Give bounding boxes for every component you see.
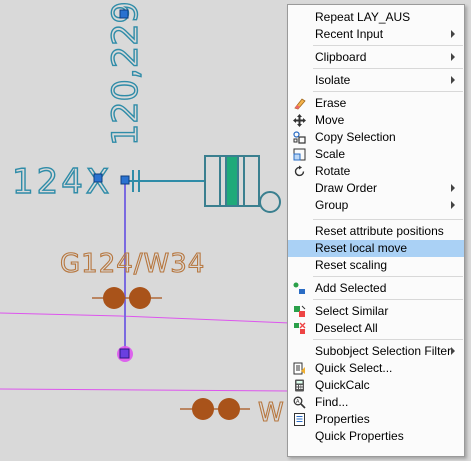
device-symbol (204, 155, 281, 213)
properties-icon (293, 413, 306, 426)
submenu-arrow-icon (451, 184, 455, 192)
rotate-icon (293, 165, 306, 178)
menu-item-quick-select[interactable]: Quick Select... (288, 360, 464, 377)
scale-icon (293, 148, 306, 161)
copy-icon (293, 131, 306, 144)
menu-separator (313, 45, 463, 46)
menu-item-label: Reset scaling (315, 258, 388, 272)
magenta-line-lower (0, 388, 291, 392)
menu-item-isolate[interactable]: Isolate (288, 72, 464, 89)
submenu-arrow-icon (451, 53, 455, 61)
submenu-arrow-icon (451, 347, 455, 355)
menu-item-label: Add Selected (315, 281, 387, 295)
menu-item-label: Reset local move (315, 241, 408, 255)
quick-select-icon (293, 362, 306, 375)
connector-pair-lower (180, 398, 250, 420)
menu-item-quick-properties[interactable]: Quick Properties (288, 428, 464, 445)
menu-item-label: Group (315, 198, 349, 212)
menu-item-label: Recent Input (315, 27, 384, 41)
magenta-line-upper (0, 312, 291, 324)
submenu-arrow-icon (451, 201, 455, 209)
submenu-arrow-icon (451, 76, 455, 84)
menu-separator (313, 219, 463, 220)
menu-item-scale[interactable]: Scale (288, 146, 464, 163)
menu-separator (313, 276, 463, 277)
menu-item-subobject-selection-filter[interactable]: Subobject Selection Filter (288, 343, 464, 360)
menu-item-reset-scaling[interactable]: Reset scaling (288, 257, 464, 274)
menu-separator (313, 91, 463, 92)
grip-top[interactable] (119, 9, 129, 19)
add-selected-icon (293, 282, 306, 295)
menu-item-select-similar[interactable]: Select Similar (288, 303, 464, 320)
select-similar-icon (293, 305, 306, 318)
menu-item-erase[interactable]: Erase (288, 95, 464, 112)
menu-item-repeat-lay-aus[interactable]: Repeat LAY_AUS (288, 9, 464, 26)
menu-item-label: Reset attribute positions (315, 224, 444, 238)
menu-separator (313, 299, 463, 300)
menu-item-label: Rotate (315, 164, 351, 178)
grip-left[interactable] (93, 173, 103, 183)
menu-item-rotate[interactable]: Rotate (288, 163, 464, 180)
menu-item-label: Deselect All (315, 321, 378, 335)
menu-item-label: Copy Selection (315, 130, 396, 144)
menu-item-reset-local-move[interactable]: Reset local move (288, 240, 464, 257)
menu-item-reset-attribute-positions[interactable]: Reset attribute positions (288, 223, 464, 240)
menu-item-properties[interactable]: Properties (288, 411, 464, 428)
menu-item-label: Quick Properties (315, 429, 404, 443)
menu-item-label: Clipboard (315, 50, 367, 64)
menu-item-label: QuickCalc (315, 378, 370, 392)
menu-item-label: Isolate (315, 73, 351, 87)
menu-item-label: Find... (315, 395, 349, 409)
menu-item-move[interactable]: Move (288, 112, 464, 129)
cable-label-g124: G124/W34 (60, 249, 205, 279)
menu-item-label: Scale (315, 147, 346, 161)
calculator-icon (293, 379, 306, 392)
menu-item-add-selected[interactable]: Add Selected (288, 280, 464, 297)
find-icon: A (293, 396, 306, 409)
menu-item-label: Quick Select... (315, 361, 393, 375)
svg-text:A: A (296, 399, 300, 405)
menu-item-label: Repeat LAY_AUS (315, 10, 411, 24)
eraser-icon (293, 97, 306, 110)
deselect-all-icon (293, 322, 306, 335)
connector-pair-upper (92, 287, 162, 309)
grip-bottom[interactable] (119, 348, 130, 359)
menu-item-draw-order[interactable]: Draw Order (288, 180, 464, 197)
dimension-text: 120,229 (106, 1, 146, 146)
cable-label-w: W (258, 398, 284, 428)
context-menu: Repeat LAY_AUS Recent Input Clipboard Isola… (287, 4, 465, 457)
menu-item-copy-selection[interactable]: Copy Selection (288, 129, 464, 146)
move-icon (293, 114, 306, 127)
menu-item-label: Select Similar (315, 304, 389, 318)
menu-item-label: Erase (315, 96, 347, 110)
menu-item-label: Subobject Selection Filter (315, 344, 452, 358)
menu-item-recent-input[interactable]: Recent Input (288, 26, 464, 43)
menu-item-label: Draw Order (315, 181, 378, 195)
menu-item-deselect-all[interactable]: Deselect All (288, 320, 464, 337)
menu-separator (313, 68, 463, 69)
menu-item-find[interactable]: A Find... (288, 394, 464, 411)
submenu-arrow-icon (451, 30, 455, 38)
menu-item-label: Move (315, 113, 345, 127)
menu-item-group[interactable]: Group (288, 197, 464, 214)
menu-item-label: Properties (315, 412, 370, 426)
menu-item-quickcalc[interactable]: QuickCalc (288, 377, 464, 394)
menu-separator (313, 339, 463, 340)
menu-item-clipboard[interactable]: Clipboard (288, 49, 464, 66)
grip-center[interactable] (120, 175, 130, 185)
